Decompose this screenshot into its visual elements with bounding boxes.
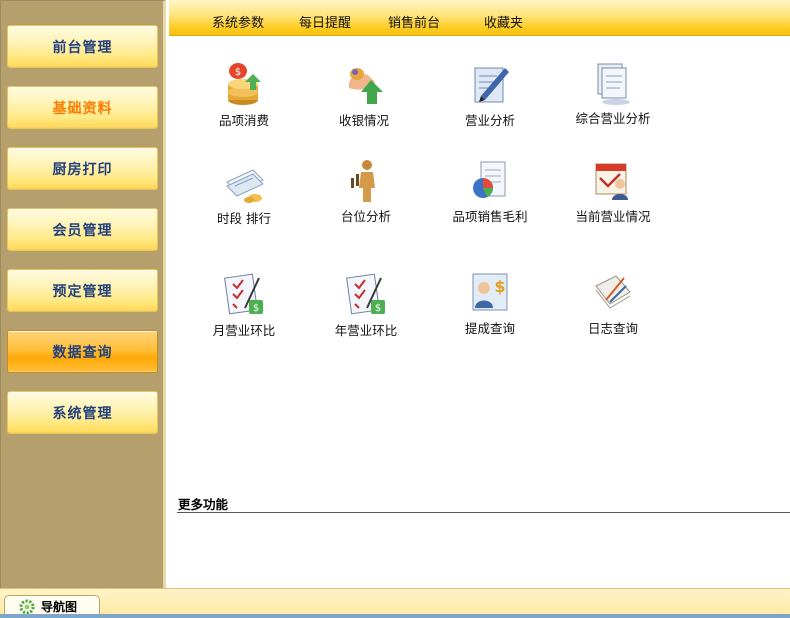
svg-text:$: $	[235, 67, 241, 78]
svg-text:$: $	[375, 303, 381, 314]
tile-yearly-comparison[interactable]: $ 年营业环比	[306, 272, 426, 352]
tile-label: 品项销售毛利	[452, 209, 528, 224]
tile-commission-query[interactable]: $ 提成查询	[430, 270, 550, 350]
tile-comprehensive-analysis[interactable]: 综合营业分析	[553, 60, 673, 140]
divider	[177, 512, 790, 513]
tile-table-analysis[interactable]: 台位分析	[306, 158, 426, 238]
tile-label: 时段 排行	[217, 211, 271, 226]
more-functions-title: 更多功能	[178, 497, 229, 512]
tile-label: 年营业环比	[334, 323, 398, 338]
sidebar-item-front-desk[interactable]: 前台管理	[7, 25, 158, 68]
tile-label: 提成查询	[464, 321, 515, 336]
tile-current-business[interactable]: 当前营业情况	[553, 158, 673, 238]
svg-text:$: $	[494, 277, 505, 296]
tile-label: 综合营业分析	[575, 111, 651, 126]
tile-label: 月营业环比	[212, 323, 276, 338]
cashier-hand-icon	[348, 68, 383, 104]
pie-chart-document-icon	[473, 161, 506, 198]
tab-label: 导航图	[41, 600, 78, 614]
sidebar-item-basic-data[interactable]: 基础资料	[7, 86, 158, 129]
sidebar-item-reservation[interactable]: 预定管理	[7, 269, 158, 312]
tile-log-query[interactable]: 日志查询	[553, 270, 673, 350]
tile-cashier-status[interactable]: 收银情况	[304, 62, 424, 142]
person-dollar-icon: $	[472, 273, 508, 311]
tile-label: 营业分析	[464, 113, 515, 128]
bottom-strip	[0, 614, 790, 618]
top-menu-bar: 系统参数 每日提醒 销售前台 收藏夹	[169, 0, 790, 36]
tile-business-analysis[interactable]: 营业分析	[430, 62, 550, 142]
tile-label: 收银情况	[338, 113, 389, 128]
tile-label: 台位分析	[340, 209, 391, 224]
tile-item-sales-margin[interactable]: 品项销售毛利	[430, 158, 550, 238]
sidebar-item-member[interactable]: 会员管理	[7, 208, 158, 251]
svg-text:$: $	[253, 303, 259, 314]
menu-system-params[interactable]: 系统参数	[212, 12, 264, 31]
menu-daily-reminder[interactable]: 每日提醒	[299, 12, 351, 31]
calendar-user-icon	[595, 163, 628, 200]
tile-label: 当前营业情况	[575, 209, 651, 224]
checklist-money-icon: $	[224, 273, 263, 315]
people-figure-icon	[351, 160, 375, 202]
tile-monthly-comparison[interactable]: $ 月营业环比	[184, 272, 304, 352]
sidebar-item-system[interactable]: 系统管理	[7, 391, 158, 434]
checklist-money-icon: $	[346, 273, 385, 315]
documents-stack-icon	[597, 63, 630, 105]
menu-sales-front[interactable]: 销售前台	[388, 12, 440, 31]
tile-label: 品项消费	[218, 113, 269, 128]
menu-favorites[interactable]: 收藏夹	[484, 12, 523, 31]
sidebar-item-data-query[interactable]: 数据查询	[7, 330, 158, 373]
tile-time-ranking[interactable]: 时段 排行	[184, 160, 304, 240]
coins-stack-icon: $	[228, 63, 261, 105]
sidebar-item-kitchen-print[interactable]: 厨房打印	[7, 147, 158, 190]
document-pen-icon	[474, 67, 509, 103]
sidebar: 前台管理 基础资料 厨房打印 会员管理 预定管理 数据查询 系统管理	[0, 0, 166, 588]
gear-icon	[19, 599, 35, 614]
tile-item-consumption[interactable]: $ 品项消费	[184, 62, 304, 142]
log-pencil-icon	[595, 275, 631, 309]
papers-clock-icon	[226, 169, 264, 203]
tile-label: 日志查询	[587, 321, 638, 336]
